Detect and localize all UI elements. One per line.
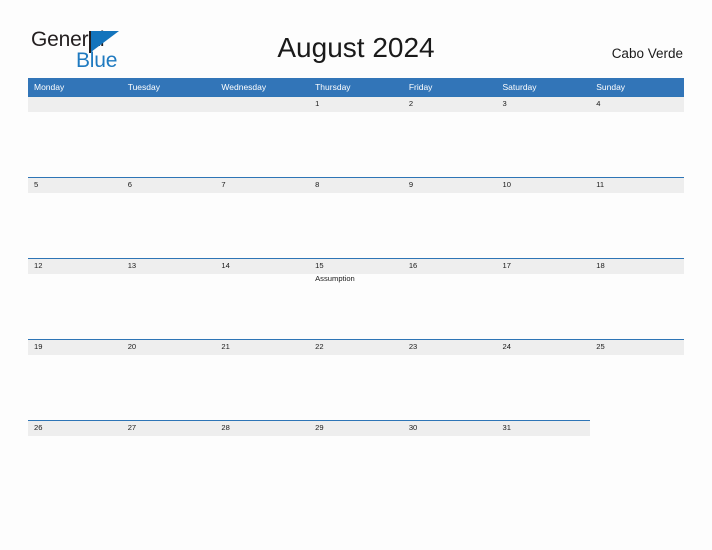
day-cell-23[interactable]: 23 (403, 339, 497, 420)
day-cell-19[interactable]: 19 (28, 339, 122, 420)
day-cell-20[interactable]: 20 (122, 339, 216, 420)
day-number: 22 (315, 342, 324, 351)
day-number: 18 (596, 261, 605, 270)
calendar-weeks: 1 2 3 4 5 6 7 8 9 10 11 12 13 14 15 Assumption 16 17 18 19 2… (28, 96, 684, 501)
day-number: 28 (221, 423, 230, 432)
day-number: 19 (34, 342, 43, 351)
day-cell-27[interactable]: 27 (122, 420, 216, 501)
week-day-cells: 1 2 3 4 (28, 96, 684, 177)
day-cell-31[interactable]: 31 (497, 420, 591, 501)
day-number: 8 (315, 180, 320, 189)
day-number: 29 (315, 423, 324, 432)
day-number: 11 (596, 180, 605, 189)
day-number: 31 (502, 423, 511, 432)
day-event-label: Assumption (315, 274, 355, 283)
day-cell-4[interactable]: 4 (590, 96, 684, 177)
day-number (596, 422, 684, 433)
day-number: 2 (408, 99, 414, 108)
day-cell-28[interactable]: 28 (215, 420, 309, 501)
day-number: 16 (408, 261, 418, 270)
day-number (128, 98, 216, 109)
weekday-header-wednesday: Wednesday (221, 82, 267, 92)
day-number: 10 (502, 180, 511, 189)
day-cell-3[interactable]: 3 (497, 96, 591, 177)
day-number: 13 (127, 261, 137, 270)
weekday-header-friday: Friday (408, 82, 433, 92)
day-cell-9[interactable]: 9 (403, 177, 497, 258)
day-cell-6[interactable]: 6 (122, 177, 216, 258)
day-cell-17[interactable]: 17 (497, 258, 591, 339)
day-number: 12 (34, 261, 43, 270)
week-day-cells: 5 6 7 8 9 10 11 (28, 177, 684, 258)
day-cell-22[interactable]: 22 (309, 339, 403, 420)
day-number: 4 (596, 99, 601, 108)
day-cell-25[interactable]: 25 (590, 339, 684, 420)
day-cell-empty (215, 96, 309, 177)
day-number (34, 98, 122, 109)
day-cell-15[interactable]: 15 Assumption (309, 258, 403, 339)
day-cell-18[interactable]: 18 (590, 258, 684, 339)
weekday-header-monday: Monday (34, 82, 65, 92)
day-cell-8[interactable]: 8 (309, 177, 403, 258)
day-number: 25 (596, 342, 605, 351)
page-title: August 2024 (277, 32, 435, 63)
day-cell-16[interactable]: 16 (403, 258, 497, 339)
day-cell-12[interactable]: 12 (28, 258, 122, 339)
day-number (221, 98, 309, 109)
day-cell-21[interactable]: 21 (215, 339, 309, 420)
weekday-header-saturday: Saturday (502, 82, 537, 92)
weekday-header-sunday: Sunday (596, 82, 626, 92)
day-cell-30[interactable]: 30 (403, 420, 497, 501)
day-number: 14 (221, 261, 230, 270)
day-cell-10[interactable]: 10 (497, 177, 591, 258)
day-number: 6 (127, 180, 132, 189)
calendar-grid: Monday Tuesday Wednesday Thursday Friday Satu… (28, 78, 684, 501)
calendar-week-row: 26 27 28 29 30 31 (28, 420, 684, 501)
week-day-cells: 19 20 21 22 23 24 25 (28, 339, 684, 420)
calendar-topbar: General Blue August 2024 Cabo Verde (0, 0, 712, 78)
day-cell-14[interactable]: 14 (215, 258, 309, 339)
day-cell-13[interactable]: 13 (122, 258, 216, 339)
day-cell-26[interactable]: 26 (28, 420, 122, 501)
day-cell-29[interactable]: 29 (309, 420, 403, 501)
day-cell-empty (122, 96, 216, 177)
day-cell-7[interactable]: 7 (215, 177, 309, 258)
weekday-header-row: Monday Tuesday Wednesday Thursday Friday Satu… (28, 78, 684, 96)
calendar-week-row: 12 13 14 15 Assumption 16 17 18 (28, 258, 684, 339)
day-number: 9 (408, 180, 414, 189)
calendar-locale-label: Cabo Verde (611, 46, 683, 61)
calendar-week-row: 19 20 21 22 23 24 25 (28, 339, 684, 420)
day-number: 30 (408, 423, 418, 432)
calendar-week-row: 5 6 7 8 9 10 11 (28, 177, 684, 258)
week-day-cells: 12 13 14 15 Assumption 16 17 18 (28, 258, 684, 339)
day-number: 20 (127, 342, 137, 351)
day-cell-2[interactable]: 2 (403, 96, 497, 177)
day-cell-1[interactable]: 1 (309, 96, 403, 177)
day-cell-5[interactable]: 5 (28, 177, 122, 258)
weekday-header-tuesday: Tuesday (127, 82, 160, 92)
week-day-cells: 26 27 28 29 30 31 (28, 420, 684, 501)
weekday-header-thursday: Thursday (315, 82, 351, 92)
day-number: 27 (127, 423, 137, 432)
day-number: 15 (315, 261, 324, 270)
day-cell-24[interactable]: 24 (497, 339, 591, 420)
day-number: 17 (502, 261, 511, 270)
day-cell-11[interactable]: 11 (590, 177, 684, 258)
day-number: 3 (502, 99, 507, 108)
day-cell-empty (590, 420, 684, 501)
day-number: 7 (221, 180, 226, 189)
day-number: 26 (34, 423, 43, 432)
day-number: 1 (315, 99, 320, 108)
day-number: 5 (34, 180, 39, 189)
day-cell-empty (28, 96, 122, 177)
day-number: 21 (221, 342, 230, 351)
day-number: 23 (408, 342, 418, 351)
calendar-week-row: 1 2 3 4 (28, 96, 684, 177)
day-number: 24 (502, 342, 511, 351)
